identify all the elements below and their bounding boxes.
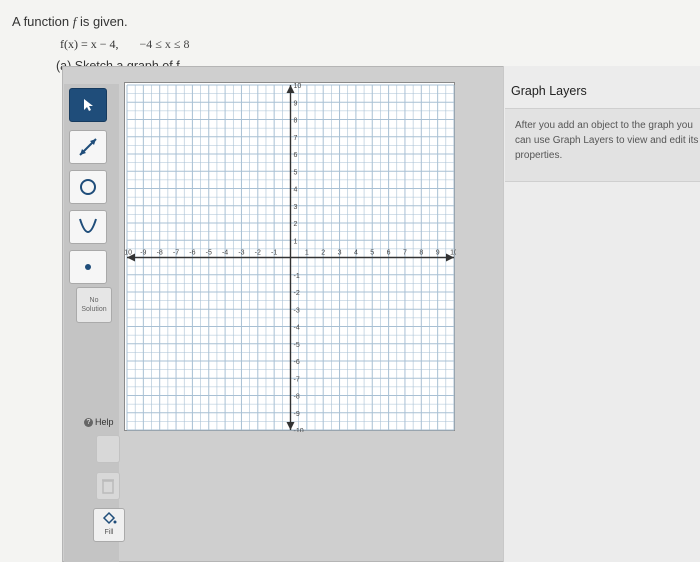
y-tick-label: 6 [294, 152, 298, 159]
y-tick-label: 9 [294, 100, 298, 107]
parabola-tool-button[interactable] [69, 210, 107, 244]
graph-layers-info: After you add an object to the graph you… [515, 118, 700, 163]
y-tick-label: -4 [294, 325, 300, 332]
y-tick-label: 4 [294, 187, 298, 194]
circle-tool-button[interactable] [69, 170, 107, 204]
line-segment-icon [79, 138, 97, 156]
select-tool-button[interactable] [69, 88, 107, 122]
x-tick-label: -2 [255, 250, 261, 257]
x-tick-label: 6 [387, 250, 391, 257]
y-tick-label: 1 [294, 238, 298, 245]
x-tick-label: 8 [419, 250, 423, 257]
y-tick-label: -8 [294, 394, 300, 401]
no-solution-button[interactable]: No Solution [76, 287, 112, 323]
y-tick-label: -9 [294, 411, 300, 418]
x-tick-label: 1 [305, 250, 309, 257]
y-tick-label: -5 [294, 342, 300, 349]
fill-tool-button[interactable]: Fill [93, 508, 125, 542]
x-tick-label: 7 [403, 250, 407, 257]
arrow-pointer-icon [84, 99, 93, 111]
function-domain: −4 ≤ x ≤ 8 [139, 37, 190, 51]
no-solution-label: No Solution [81, 297, 107, 313]
circle-icon [80, 179, 96, 195]
x-tick-label: -1 [271, 250, 277, 257]
parabola-icon [79, 218, 97, 233]
y-tick-label: 5 [294, 169, 298, 176]
y-tick-label: -10 [294, 428, 304, 432]
graph-layers-info-line: can use Graph Layers to view and edit it… [515, 135, 699, 146]
y-tick-label: 2 [294, 221, 298, 228]
coordinate-grid[interactable]: -10 -9 -8 -7 -6 -5 -4 -3 -2 -1 1 2 3 4 5 6 7 8 9 10 10 9 8 7 6 5 4… [125, 83, 456, 432]
paint-bucket-icon [102, 511, 117, 525]
problem-prompt: A function f is given. [12, 14, 128, 30]
function-definition: f(x) = x − 4, −4 ≤ x ≤ 8 [60, 37, 189, 52]
x-tick-label: -9 [140, 250, 146, 257]
help-link[interactable]: ? Help [84, 417, 114, 427]
x-tick-label: 2 [321, 250, 325, 257]
x-tick-label: 9 [436, 250, 440, 257]
graph-canvas[interactable]: -10 -9 -8 -7 -6 -5 -4 -3 -2 -1 1 2 3 4 5 6 7 8 9 10 10 9 8 7 6 5 4… [124, 82, 456, 432]
y-tick-label: -7 [294, 376, 300, 383]
trash-icon [102, 479, 114, 494]
graph-layers-info-line: After you add an object to the graph you [515, 120, 693, 131]
x-tick-label: -5 [206, 250, 212, 257]
y-tick-label: -3 [294, 307, 300, 314]
y-tick-label: 10 [294, 83, 302, 90]
x-tick-label: 4 [354, 250, 358, 257]
y-tick-label: -2 [294, 290, 300, 297]
x-tick-label: 3 [338, 250, 342, 257]
y-tick-label: 3 [294, 204, 298, 211]
x-tick-label: 5 [370, 250, 374, 257]
point-tool-button[interactable] [69, 250, 107, 284]
x-tick-label: 10 [450, 250, 456, 257]
x-tick-label: -4 [222, 250, 228, 257]
help-label: Help [95, 417, 114, 427]
x-tick-label: -8 [157, 250, 163, 257]
x-tick-label: -6 [189, 250, 195, 257]
y-tick-label: -1 [294, 273, 300, 280]
function-formula: f(x) = x − 4, [60, 37, 119, 51]
x-tick-label: -7 [173, 250, 179, 257]
y-tick-label: -6 [294, 359, 300, 366]
graph-layers-title: Graph Layers [511, 84, 587, 98]
delete-button[interactable] [96, 472, 120, 500]
prompt-prefix: A function [12, 14, 73, 29]
fill-label: Fill [104, 529, 114, 536]
help-icon: ? [84, 417, 93, 427]
undo-button[interactable] [96, 435, 120, 463]
prompt-suffix: is given. [76, 14, 128, 29]
graph-layers-info-line: properties. [515, 150, 563, 161]
line-tool-button[interactable] [69, 130, 107, 164]
point-icon [85, 264, 91, 270]
x-tick-label: -3 [238, 250, 244, 257]
y-tick-label: 7 [294, 135, 298, 142]
x-tick-label: -10 [125, 250, 132, 257]
y-tick-label: 8 [294, 118, 298, 125]
